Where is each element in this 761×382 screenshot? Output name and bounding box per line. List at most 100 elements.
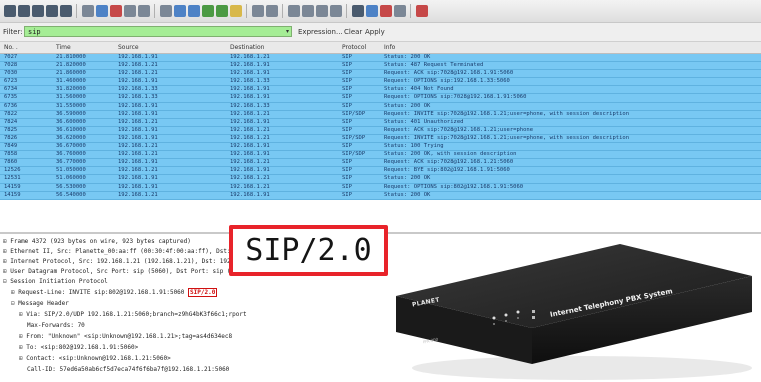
packet-row[interactable]: 7822 36.590000 192.168.1.91 192.168.1.21 SIP…	[0, 110, 761, 119]
coloring-rules-icon[interactable]	[380, 5, 392, 17]
packet-cell-dst: 192.168.1.91	[230, 143, 270, 150]
packet-row[interactable]: 6723 31.460000 192.168.1.91 192.168.1.33 SIP…	[0, 78, 761, 87]
packet-cell-dst: 192.168.1.91	[230, 62, 270, 69]
detail-sip-line[interactable]: ⊟ Session Initiation Protocol	[3, 278, 108, 285]
detail-message-header[interactable]: ⊟ Message Header	[11, 300, 69, 307]
zoom-out-icon[interactable]	[302, 5, 314, 17]
packet-cell-no: 14159	[4, 183, 21, 190]
packet-row[interactable]: 7860 36.770000 192.168.1.91 192.168.1.21 SIP…	[0, 159, 761, 168]
detail-max-forwards-line[interactable]: Max-Forwards: 70	[27, 322, 85, 329]
packet-cell-info: Status: 200 OK	[384, 191, 431, 198]
packet-row[interactable]: 12526 51.050000 192.168.1.21 192.168.1.91 SI…	[0, 167, 761, 176]
packet-cell-time: 56.530000	[56, 183, 86, 190]
start-capture-icon[interactable]	[32, 5, 44, 17]
apply-button[interactable]: Apply	[365, 28, 385, 36]
capture-options-icon[interactable]	[18, 5, 30, 17]
expression-button[interactable]: Expression...	[298, 28, 343, 36]
find-packet-icon[interactable]	[160, 5, 172, 17]
preferences-icon[interactable]	[394, 5, 406, 17]
capture-filters-icon[interactable]	[352, 5, 364, 17]
save-file-icon[interactable]	[96, 5, 108, 17]
packet-cell-dst: 192.168.1.21	[230, 159, 270, 166]
resize-columns-icon[interactable]	[330, 5, 342, 17]
detail-request-line[interactable]: ⊞ Request-Line: INVITE sip:802@192.168.1…	[11, 288, 218, 297]
packet-row[interactable]: 12531 51.060000 192.168.1.91 192.168.1.21 SI…	[0, 175, 761, 184]
column-header-protocol[interactable]: Protocol	[342, 44, 366, 51]
packet-row[interactable]: 7849 36.670000 192.168.1.21 192.168.1.91 SIP…	[0, 143, 761, 152]
print-icon[interactable]	[138, 5, 150, 17]
display-filters-icon[interactable]	[366, 5, 378, 17]
packet-cell-proto: SIP	[342, 70, 352, 77]
packet-cell-info: Request: OPTIONS sip:192.168.1.33:5060	[384, 78, 510, 85]
packet-cell-dst: 192.168.1.21	[230, 54, 270, 60]
detail-to-line[interactable]: ⊞ To: <sip:802@192.168.1.91:5060>	[19, 344, 138, 351]
packet-cell-no: 14159	[4, 191, 21, 198]
detail-call-id-line[interactable]: Call-ID: 57ed6a50ab6cf5d7eca74f6f6ba7f@1…	[27, 366, 229, 373]
detail-via-line[interactable]: ⊞ Via: SIP/2.0/UDP 192.168.1.21:5060;bra…	[19, 311, 247, 318]
packet-row[interactable]: 7027 21.810000 192.168.1.91 192.168.1.21 SIP…	[0, 54, 761, 63]
packet-row[interactable]: 7028 21.820000 192.168.1.21 192.168.1.91 SIP…	[0, 62, 761, 71]
column-header-destination[interactable]: Destination	[230, 44, 264, 51]
zoom-in-icon[interactable]	[288, 5, 300, 17]
packet-cell-time: 21.820000	[56, 62, 86, 69]
colorize-icon[interactable]	[252, 5, 264, 17]
display-filter-input[interactable]: sip	[24, 26, 292, 37]
auto-scroll-icon[interactable]	[266, 5, 278, 17]
packet-cell-info: Status: 200 OK	[384, 54, 431, 60]
packet-cell-info: Request: ACK sip:7028@192.168.1.21:5060	[384, 159, 514, 166]
clear-button[interactable]: Clear	[344, 28, 362, 36]
interface-list-icon[interactable]	[4, 5, 16, 17]
go-first-icon[interactable]	[216, 5, 228, 17]
packet-cell-src: 192.168.1.21	[118, 143, 158, 150]
zoom-normal-icon[interactable]	[316, 5, 328, 17]
detail-frame-line[interactable]: ⊞ Frame 4372 (923 bytes on wire, 923 byt…	[3, 238, 191, 245]
reload-icon[interactable]	[124, 5, 136, 17]
packet-row[interactable]: 7825 36.610000 192.168.1.91 192.168.1.21 SIP…	[0, 126, 761, 135]
go-forward-icon[interactable]	[188, 5, 200, 17]
packet-cell-src: 192.168.1.91	[118, 102, 158, 109]
packet-row[interactable]: 7826 36.620000 192.168.1.91 192.168.1.21 SIP…	[0, 134, 761, 144]
packet-cell-dst: 192.168.1.91	[230, 167, 270, 174]
column-header-source[interactable]: Source	[118, 44, 139, 51]
toolbar-separator	[246, 4, 247, 18]
packet-cell-proto: SIP	[342, 143, 352, 150]
detail-from-line[interactable]: ⊞ From: "Unknown" <sip:Unknown@192.168.1…	[19, 333, 232, 340]
go-to-packet-icon[interactable]	[202, 5, 214, 17]
packet-cell-proto: SIP	[342, 183, 352, 190]
packet-row[interactable]: 7858 36.760000 192.168.1.21 192.168.1.91 SIP…	[0, 151, 761, 160]
open-file-icon[interactable]	[82, 5, 94, 17]
column-header-info[interactable]: Info	[384, 44, 395, 51]
packet-cell-info: Status: 404 Not Found	[384, 86, 454, 93]
go-back-icon[interactable]	[174, 5, 186, 17]
packet-cell-no: 6723	[4, 78, 18, 85]
column-header-no[interactable]: No. .	[4, 44, 18, 51]
packet-row[interactable]: 7030 21.860000 192.168.1.21 192.168.1.91 SIP…	[0, 70, 761, 79]
packet-cell-time: 36.610000	[56, 126, 86, 133]
packet-cell-src: 192.168.1.33	[118, 94, 158, 101]
detail-udp-line[interactable]: ⊞ User Datagram Protocol, Src Port: sip …	[3, 268, 249, 275]
packet-row[interactable]: 6736 31.550000 192.168.1.91 192.168.1.33 SIP…	[0, 102, 761, 111]
packet-cell-proto: SIP	[342, 102, 352, 109]
packet-cell-proto: SIP	[342, 191, 352, 198]
packet-cell-src: 192.168.1.91	[118, 134, 158, 141]
packet-cell-info: Status: 200 OK	[384, 175, 431, 182]
packet-cell-src: 192.168.1.21	[118, 70, 158, 77]
help-icon[interactable]	[416, 5, 428, 17]
packet-cell-dst: 192.168.1.21	[230, 183, 270, 190]
packet-cell-info: Request: INVITE sip:7028@192.168.1.21;us…	[384, 110, 630, 117]
packet-row[interactable]: 6735 31.560000 192.168.1.33 192.168.1.91 SIP…	[0, 94, 761, 103]
stop-capture-icon[interactable]	[46, 5, 58, 17]
filter-dropdown-icon[interactable]: ▾	[286, 28, 289, 35]
packet-cell-src: 192.168.1.21	[118, 118, 158, 125]
close-file-icon[interactable]	[110, 5, 122, 17]
packet-row[interactable]: 14159 56.540000 192.168.1.21 192.168.1.91 SI…	[0, 191, 761, 200]
toolbar-separator	[76, 4, 77, 18]
restart-capture-icon[interactable]	[60, 5, 72, 17]
packet-row[interactable]: 7824 36.600000 192.168.1.21 192.168.1.91 SIP…	[0, 118, 761, 127]
go-last-icon[interactable]	[230, 5, 242, 17]
packet-row[interactable]: 14159 56.530000 192.168.1.91 192.168.1.21 SI…	[0, 183, 761, 192]
packet-cell-src: 192.168.1.21	[118, 62, 158, 69]
packet-row[interactable]: 6734 31.820000 192.168.1.33 192.168.1.91 SIP…	[0, 86, 761, 95]
detail-contact-line[interactable]: ⊞ Contact: <sip:Unknown@192.168.1.21:506…	[19, 355, 171, 362]
column-header-time[interactable]: Time	[56, 44, 71, 51]
